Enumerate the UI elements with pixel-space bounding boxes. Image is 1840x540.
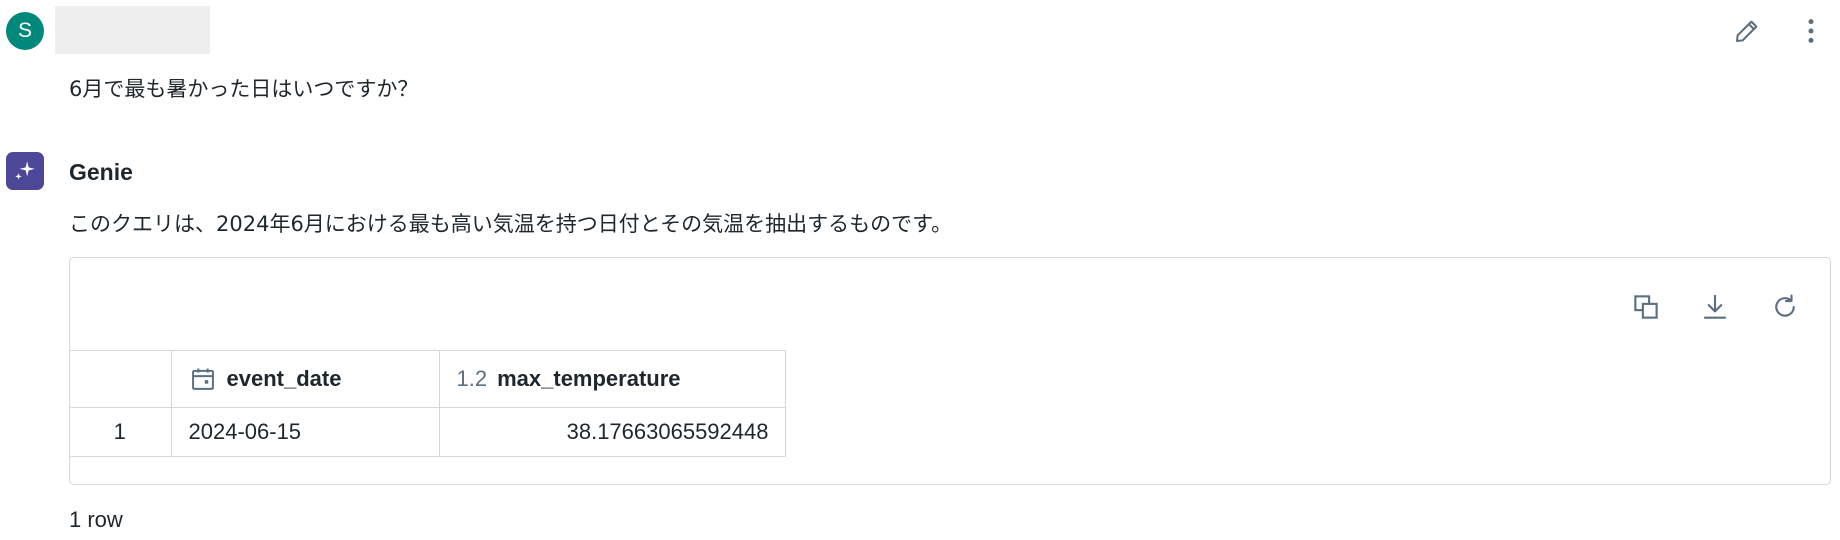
user-name-redacted	[55, 6, 210, 54]
kebab-menu-icon	[1808, 19, 1814, 43]
table-row: 1 2024-06-15 38.17663065592448	[69, 407, 786, 457]
column-header-event-date[interactable]: event_date	[170, 350, 440, 408]
download-button[interactable]	[1695, 287, 1735, 327]
genie-description: このクエリは、2024年6月における最も高い気温を持つ日付とその気温を抽出するも…	[69, 212, 953, 236]
decimal-type-badge: 1.2	[456, 366, 488, 391]
copy-icon	[1634, 295, 1658, 319]
column-name: event_date	[226, 366, 342, 391]
genie-name: Genie	[69, 159, 133, 185]
edit-button[interactable]	[1729, 13, 1765, 49]
sparkle-icon	[15, 161, 35, 180]
table-header-row: event_date 1.2 max_temperature	[69, 350, 786, 408]
more-options-button[interactable]	[1793, 13, 1829, 49]
user-question: 6月で最も暑かった日はいつですか？	[69, 77, 419, 101]
column-header-max-temperature[interactable]: 1.2 max_temperature	[438, 350, 786, 408]
user-avatar: S	[6, 12, 44, 50]
result-table: event_date 1.2 max_temperature 1 2024-06…	[69, 350, 786, 457]
genie-avatar	[6, 152, 44, 190]
calendar-icon	[191, 368, 214, 390]
cell-event-date[interactable]: 2024-06-15	[170, 407, 440, 457]
cell-max-temperature[interactable]: 38.17663065592448	[438, 407, 786, 457]
copy-button[interactable]	[1626, 287, 1666, 327]
refresh-button[interactable]	[1765, 287, 1805, 327]
download-icon	[1703, 294, 1727, 319]
pencil-icon	[1736, 20, 1758, 42]
column-name: max_temperature	[497, 366, 681, 391]
row-index: 1	[69, 407, 172, 457]
row-count: 1 row	[69, 507, 123, 532]
index-header	[69, 350, 172, 408]
refresh-icon	[1775, 294, 1795, 317]
